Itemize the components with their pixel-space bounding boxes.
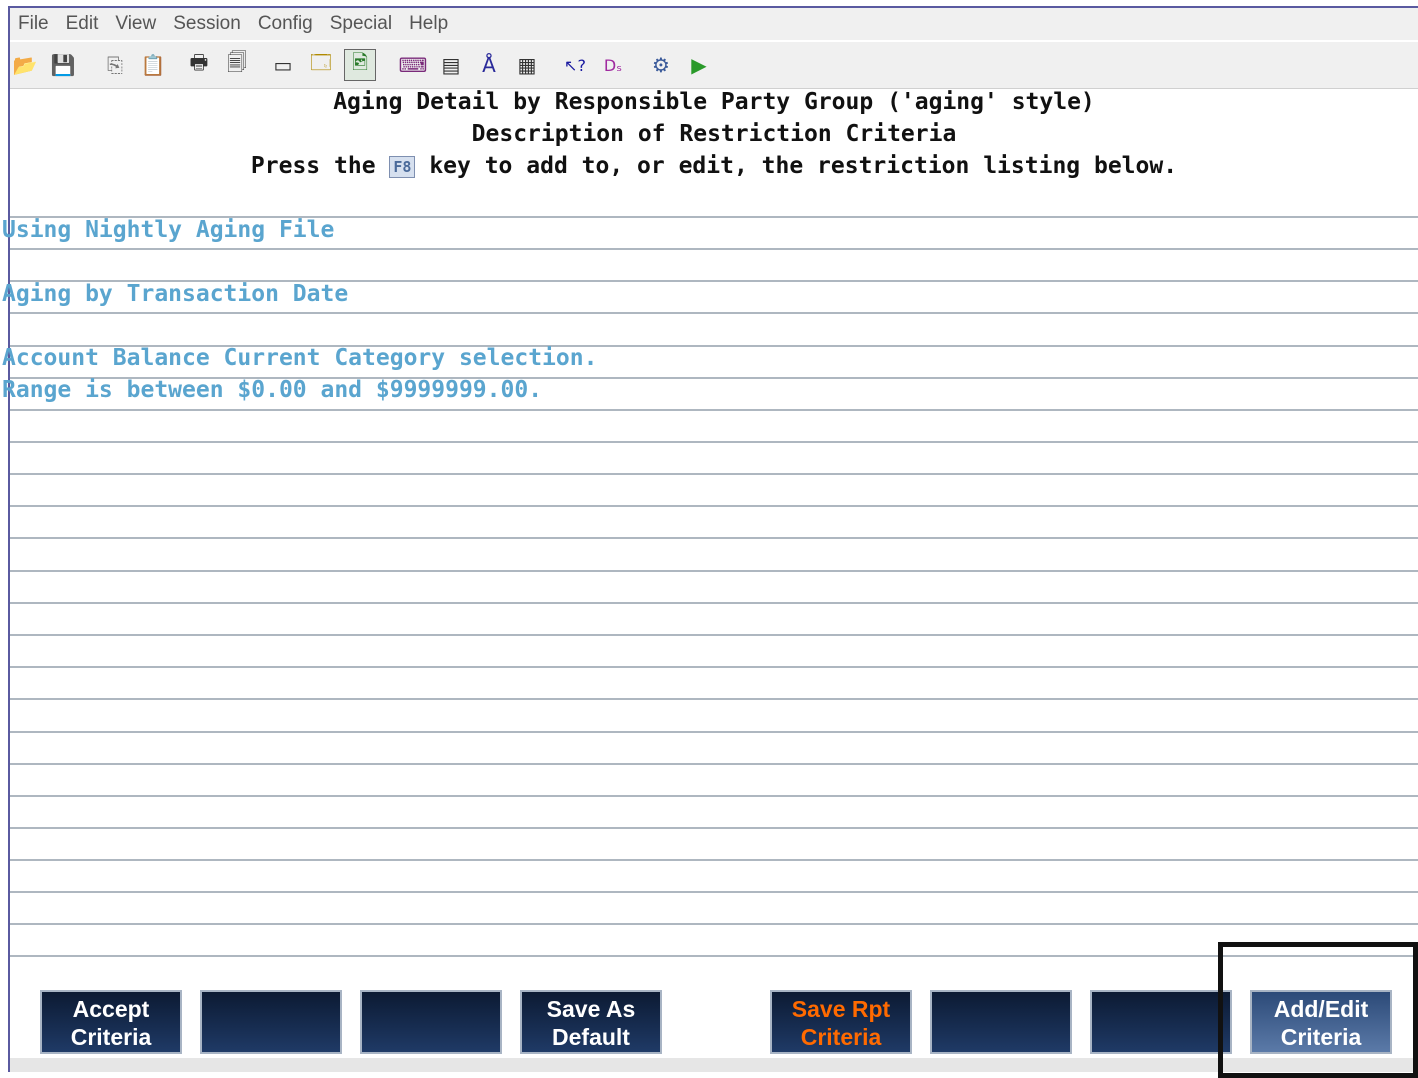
fkey-label: Criteria <box>800 1024 882 1050</box>
f8-key-icon[interactable]: F8 <box>389 155 416 178</box>
menu-session[interactable]: Session <box>165 13 250 35</box>
rule-line <box>10 955 1418 957</box>
fkey-2-button[interactable] <box>200 990 342 1054</box>
report-subtitle: Description of Restriction Criteria <box>471 121 957 147</box>
criteria-line: Aging by Transaction Date <box>2 281 349 307</box>
fkey-label: Save As <box>546 996 636 1022</box>
edit-box-icon[interactable]: ▤ <box>436 50 466 80</box>
menu-edit[interactable]: Edit <box>58 13 108 35</box>
rule-line <box>10 505 1418 507</box>
rule-line <box>10 891 1418 893</box>
fkey-label: Criteria <box>70 1024 152 1050</box>
copy-icon[interactable]: ⎘ <box>100 50 130 80</box>
menu-file[interactable]: File <box>10 13 58 35</box>
docs-icon[interactable]: Dₛ <box>598 50 628 80</box>
menu-bar: File Edit View Session Config Special He… <box>10 8 1418 40</box>
rule-line <box>10 859 1418 861</box>
rule-line <box>10 441 1418 443</box>
image-toggle-icon[interactable]: 🖻 <box>344 49 376 81</box>
menu-config[interactable]: Config <box>250 13 322 35</box>
print-setup-icon[interactable]: 🗐 <box>222 50 252 80</box>
rule-line <box>10 312 1418 314</box>
rule-line <box>10 248 1418 250</box>
toolbar: 📂 💾 ⎘ 📋 🖶 🗐 ▭ 🗔 🖻 ⌨ ▤ Å ▦ ↖? Dₛ ⚙ ▶ <box>10 42 1418 89</box>
rule-line <box>10 827 1418 829</box>
rule-line <box>10 923 1418 925</box>
network-icon[interactable]: ⚙ <box>646 50 676 80</box>
rule-line <box>10 666 1418 668</box>
screen-capture-icon[interactable]: ▭ <box>268 50 298 80</box>
instruction-suffix: key to add to, or edit, the restriction … <box>415 153 1178 179</box>
rule-line <box>10 409 1418 411</box>
fkey-3-button[interactable] <box>360 990 502 1054</box>
grid-icon[interactable]: ▦ <box>512 50 542 80</box>
play-icon[interactable]: ▶ <box>684 50 714 80</box>
fkey-6-button[interactable] <box>930 990 1072 1054</box>
save-disk-icon[interactable]: 💾 <box>48 50 78 80</box>
save-rpt-criteria-button[interactable]: Save Rpt Criteria <box>770 990 912 1054</box>
rule-line <box>10 570 1418 572</box>
rule-line <box>10 698 1418 700</box>
criteria-line: Account Balance Current Category selecti… <box>2 345 598 371</box>
fkey-label: Save Rpt <box>791 996 891 1022</box>
fkey-7-button[interactable] <box>1090 990 1232 1054</box>
fkey-label: Accept <box>72 996 150 1022</box>
report-title: Aging Detail by Responsible Party Group … <box>333 89 1095 115</box>
info-window-icon[interactable]: 🗔 <box>306 50 336 80</box>
rule-line <box>10 731 1418 733</box>
fkey-label: Default <box>552 1024 630 1050</box>
keyboard-map-icon[interactable]: ⌨ <box>398 50 428 80</box>
font-icon[interactable]: Å <box>474 50 504 80</box>
rule-line <box>10 602 1418 604</box>
rule-line <box>10 795 1418 797</box>
open-folder-icon[interactable]: 📂 <box>10 50 40 80</box>
rule-line <box>10 537 1418 539</box>
rule-line <box>10 763 1418 765</box>
f8-instruction: Press the F8 key to add to, or edit, the… <box>10 153 1418 179</box>
rule-line <box>10 473 1418 475</box>
print-icon[interactable]: 🖶 <box>184 50 214 80</box>
criteria-line: Range is between $0.00 and $9999999.00. <box>2 377 543 403</box>
instruction-prefix: Press the <box>250 153 390 179</box>
criteria-line: Using Nightly Aging File <box>2 217 335 243</box>
rule-line <box>10 634 1418 636</box>
menu-help[interactable]: Help <box>401 13 457 35</box>
accept-criteria-button[interactable]: Accept Criteria <box>40 990 182 1054</box>
status-bar <box>10 1058 1418 1072</box>
menu-view[interactable]: View <box>107 13 165 35</box>
help-pointer-icon[interactable]: ↖? <box>560 50 590 80</box>
paste-icon[interactable]: 📋 <box>138 50 168 80</box>
highlight-box <box>1218 942 1418 1078</box>
menu-special[interactable]: Special <box>322 13 401 35</box>
save-as-default-button[interactable]: Save As Default <box>520 990 662 1054</box>
